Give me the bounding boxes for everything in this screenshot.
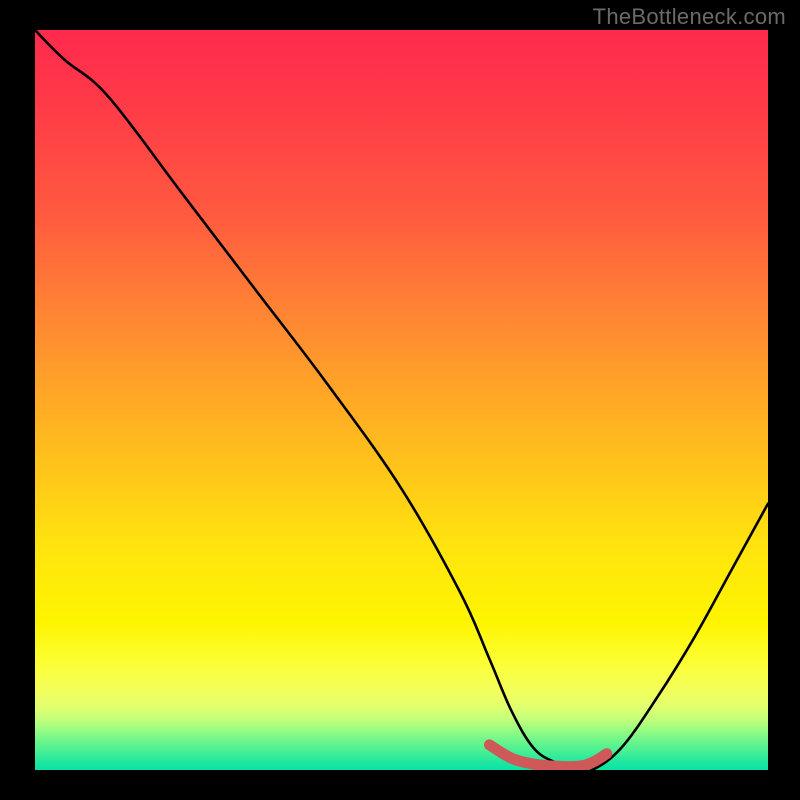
band-line: [489, 745, 606, 767]
curve-line: [35, 30, 768, 770]
optimal-band: [489, 745, 606, 767]
chart-frame: TheBottleneck.com: [0, 0, 800, 800]
chart-svg: [35, 30, 768, 770]
watermark-text: TheBottleneck.com: [593, 4, 786, 30]
bottleneck-curve: [35, 30, 768, 770]
plot-area: [35, 30, 768, 770]
